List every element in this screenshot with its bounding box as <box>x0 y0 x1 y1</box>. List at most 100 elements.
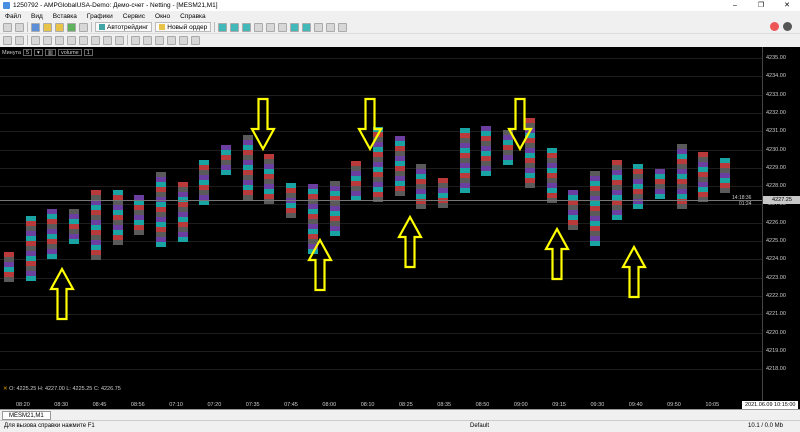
period-d1-icon[interactable] <box>191 35 200 45</box>
time-tick: 09:15 <box>552 402 566 408</box>
chart-area[interactable]: Минута 5 ▾ ▥ volume 1 14:18:36 01:24 ✕ O… <box>0 47 762 401</box>
low-label: L: <box>66 386 71 392</box>
arrows-icon[interactable] <box>115 35 124 45</box>
toolbar-right <box>770 22 792 31</box>
period-h4-icon[interactable] <box>179 35 188 45</box>
status-help: Для вызова справки нажмите F1 <box>4 423 95 429</box>
cursor-icon[interactable] <box>3 35 12 45</box>
grid-icon[interactable] <box>278 22 288 32</box>
time-tick: 08:00 <box>322 402 337 408</box>
chart-shift-icon[interactable] <box>302 22 312 32</box>
time-tick: 10:05 <box>705 402 720 408</box>
crosshair-icon[interactable] <box>15 35 24 45</box>
period-m15-icon[interactable] <box>155 35 164 45</box>
ohlc-icon: ✕ <box>3 386 8 392</box>
high-label: H: <box>37 386 44 392</box>
time-tick: 07:45 <box>284 402 298 408</box>
zoom-out-icon[interactable] <box>266 22 276 32</box>
price-axis[interactable]: 4227.25 4235.00 4234.00 4233.00 4232.00 4231… <box>762 47 800 401</box>
shapes-icon[interactable] <box>91 35 100 45</box>
data-window-icon[interactable] <box>43 22 52 32</box>
arrow-up-icon <box>544 226 570 281</box>
maximize-button[interactable]: ❐ <box>748 0 774 11</box>
price-tick: 4222.00 <box>766 292 786 299</box>
text-icon[interactable] <box>103 35 112 45</box>
price-tick: 4221.00 <box>766 311 786 318</box>
time-axis[interactable]: 2021.06.09 10:15:00 08:20 08:30 08:45 08:56… <box>0 401 800 409</box>
arrow-up-icon <box>621 244 647 299</box>
time-tick: 08:25 <box>399 402 413 408</box>
new-order-button[interactable]: Новый ордер <box>155 22 212 32</box>
price-tick: 4220.00 <box>766 329 786 336</box>
low-value: 4225.25 <box>72 386 93 392</box>
price-tick: 4229.00 <box>766 164 786 171</box>
profiles-icon[interactable] <box>15 22 24 32</box>
navigator-icon[interactable] <box>55 22 64 32</box>
new-order-icon <box>159 24 166 30</box>
menu-tools[interactable]: Сервис <box>118 13 150 20</box>
market-watch-icon[interactable] <box>31 22 40 32</box>
algo-trading-button[interactable]: Автотрейдинг <box>95 22 153 32</box>
indicators-icon[interactable] <box>314 22 324 32</box>
price-tick: 4232.00 <box>766 109 786 116</box>
alert-icon[interactable] <box>770 22 779 31</box>
main-toolbar: Автотрейдинг Новый ордер <box>0 21 800 34</box>
arrow-down-icon <box>250 97 276 152</box>
account-icon[interactable] <box>783 22 792 31</box>
period-m5-icon[interactable] <box>143 35 152 45</box>
price-tick: 4228.00 <box>766 183 786 190</box>
time-tick: 08:30 <box>54 402 69 408</box>
channel-icon[interactable] <box>67 35 76 45</box>
trend-line-icon[interactable] <box>55 35 64 45</box>
annotation-arrows <box>49 97 647 321</box>
price-tick: 4231.00 <box>766 128 786 135</box>
title-bar: 1250792 - AMPGlobalUSA-Demo: Демо-счет -… <box>0 0 800 11</box>
horizontal-line-icon[interactable] <box>43 35 52 45</box>
zoom-in-icon[interactable] <box>254 22 264 32</box>
menu-file[interactable]: Файл <box>0 13 26 20</box>
time-tick: 07:20 <box>207 402 222 408</box>
vertical-line-icon[interactable] <box>31 35 40 45</box>
price-tick: 4219.00 <box>766 347 786 354</box>
time-tick: 08:50 <box>475 402 490 408</box>
periods-icon[interactable] <box>326 22 336 32</box>
price-tick: 4226.00 <box>766 219 786 226</box>
terminal-icon[interactable] <box>67 22 76 32</box>
toolbar-separator <box>214 22 216 32</box>
terminal-window: 1250792 - AMPGlobalUSA-Demo: Демо-счет -… <box>0 0 800 432</box>
close-button[interactable]: ✕ <box>774 0 800 11</box>
tester-icon[interactable] <box>79 22 88 32</box>
new-chart-icon[interactable] <box>3 22 12 32</box>
menu-bar: Файл Вид Вставка Графики Сервис Окно Спр… <box>0 11 800 21</box>
bar-chart-icon[interactable] <box>218 22 228 32</box>
price-tick: 4225.00 <box>766 238 786 244</box>
templates-icon[interactable] <box>338 22 348 32</box>
period-h1-icon[interactable] <box>167 35 176 45</box>
fibonacci-icon[interactable] <box>79 35 88 45</box>
price-tick: 4235.00 <box>766 55 786 61</box>
arrow-up-icon <box>49 266 75 321</box>
tab-mesm21-m1[interactable]: MESM21,M1 <box>2 411 51 420</box>
autoscroll-icon[interactable] <box>290 22 300 32</box>
ohlc-readout: ✕ O: 4225.25 H: 4227.00 L: 4225.25 C: 42… <box>3 386 121 392</box>
algo-trading-icon <box>99 24 105 30</box>
line-chart-icon[interactable] <box>242 22 252 32</box>
arrow-down-icon <box>357 97 383 152</box>
price-tick: 4218.00 <box>766 366 786 373</box>
minimize-button[interactable]: – <box>722 0 748 11</box>
time-tick: 07:35 <box>245 402 260 408</box>
period-m1-icon[interactable] <box>131 35 140 45</box>
menu-window[interactable]: Окно <box>150 13 175 20</box>
menu-help[interactable]: Справка <box>175 13 211 20</box>
time-tick: 08:56 <box>130 402 145 408</box>
candle-chart-icon[interactable] <box>230 22 240 32</box>
menu-charts[interactable]: Графики <box>82 13 118 20</box>
time-tick: 08:35 <box>437 402 452 408</box>
time-tick: 09:30 <box>590 402 605 408</box>
menu-insert[interactable]: Вставка <box>48 13 82 20</box>
chart-tabs: MESM21,M1 <box>0 409 800 420</box>
menu-view[interactable]: Вид <box>26 13 48 20</box>
high-value: 4227.00 <box>44 386 65 392</box>
algo-trading-label: Автотрейдинг <box>107 23 149 31</box>
close-value: 4226.75 <box>100 386 121 392</box>
